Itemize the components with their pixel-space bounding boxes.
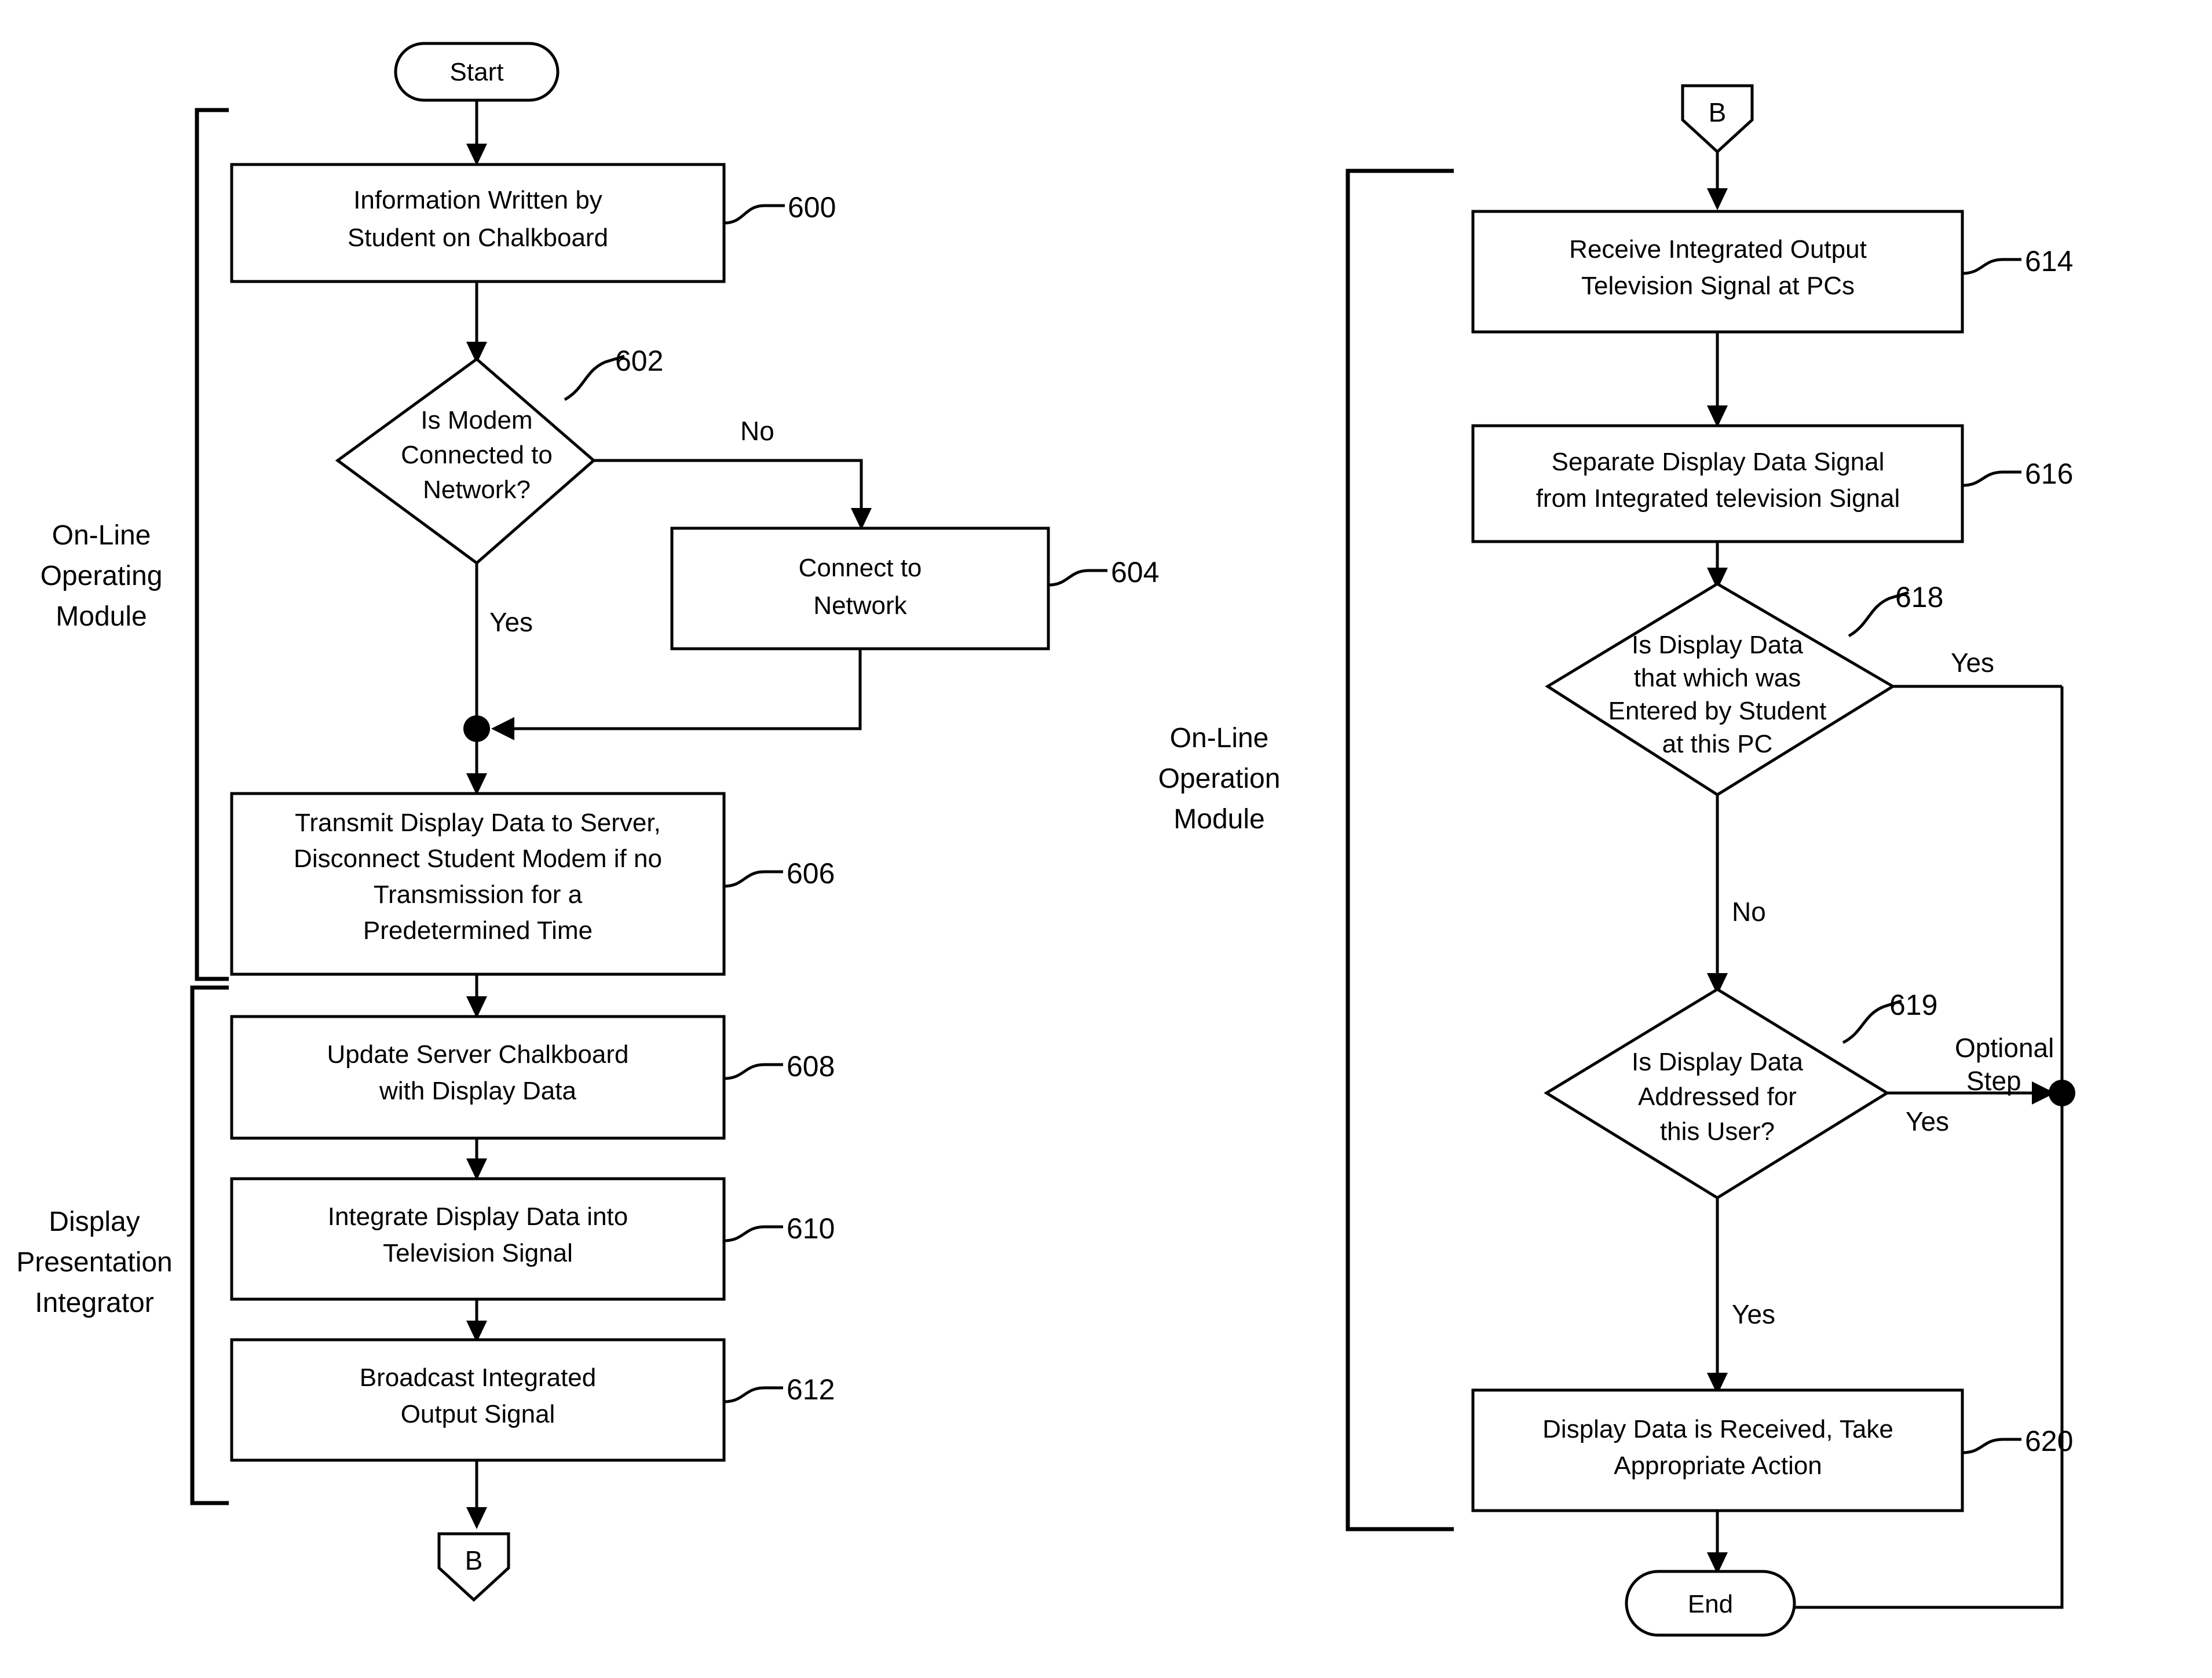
process-616 (1471, 424, 1964, 543)
svg-text:604: 604 (1111, 556, 1159, 588)
leader-600 (723, 204, 785, 225)
bracket-online-operation-module (1346, 169, 1454, 1531)
group-label-online-operation-module: On-Line Operation Module (1158, 723, 1281, 835)
svg-text:Output Signal: Output Signal (401, 1400, 555, 1428)
arrowhead-604-to-junction (491, 717, 514, 740)
svg-text:Network: Network (813, 591, 907, 620)
svg-text:this User?: this User? (1660, 1117, 1775, 1146)
svg-text:Yes: Yes (489, 607, 533, 637)
svg-text:Appropriate Action: Appropriate Action (1614, 1452, 1822, 1480)
svg-text:Television Signal: Television Signal (383, 1239, 573, 1267)
svg-text:Is Display Data: Is Display Data (1632, 1048, 1803, 1076)
svg-text:On-Line: On-Line (1170, 723, 1269, 754)
svg-text:Connected to: Connected to (401, 441, 553, 469)
svg-text:Transmission for a: Transmission for a (374, 880, 583, 909)
bracket-online-operating-module (195, 108, 229, 981)
svg-text:Integrate Display Data into: Integrate Display Data into (328, 1202, 628, 1231)
arrowhead-junction-to-606 (466, 773, 487, 795)
leader-612 (723, 1386, 783, 1403)
svg-text:Operation: Operation (1158, 763, 1281, 794)
svg-text:606: 606 (787, 857, 835, 890)
svg-text:Network?: Network? (423, 476, 531, 504)
leader-606 (723, 870, 783, 888)
svg-text:Connect to: Connect to (799, 554, 922, 582)
svg-text:with Display Data: with Display Data (379, 1077, 576, 1105)
svg-text:Disconnect Student Modem if no: Disconnect Student Modem if no (294, 845, 662, 873)
svg-text:Operating: Operating (41, 561, 163, 591)
svg-text:Module: Module (1173, 804, 1264, 835)
leader-604 (1048, 569, 1107, 587)
leader-610 (723, 1225, 783, 1242)
svg-text:616: 616 (2025, 458, 2073, 490)
svg-text:Display Data is Received, Take: Display Data is Received, Take (1542, 1415, 1893, 1443)
group-label-display-presentation-integrator: Display Presentation Integrator (16, 1207, 173, 1318)
arrowhead-606-to-608 (466, 996, 487, 1018)
arrowhead-602-no-to-604 (851, 508, 872, 530)
svg-text:612: 612 (787, 1373, 835, 1406)
arrowhead-612-to-connector-b (466, 1507, 487, 1529)
svg-text:620: 620 (2025, 1425, 2073, 1457)
svg-text:614: 614 (2025, 245, 2073, 277)
svg-text:Addressed for: Addressed for (1638, 1083, 1797, 1111)
svg-text:Broadcast Integrated: Broadcast Integrated (360, 1363, 596, 1392)
flowchart-page: On-Line Operating Module Display Present… (0, 0, 2212, 1678)
process-600 (230, 163, 726, 283)
leader-608 (723, 1063, 783, 1080)
svg-text:Integrator: Integrator (35, 1288, 153, 1318)
svg-text:602: 602 (615, 345, 663, 377)
svg-text:End: End (1688, 1590, 1733, 1618)
svg-text:B: B (1709, 97, 1727, 127)
svg-text:at this PC: at this PC (1662, 730, 1773, 758)
svg-text:Separate Display Data Signal: Separate Display Data Signal (1552, 448, 1885, 476)
edge-602-no-to-604 (594, 459, 863, 518)
arrowhead-start-to-600 (466, 144, 487, 166)
svg-text:Is Display Data: Is Display Data (1632, 631, 1803, 659)
bracket-display-presentation-integrator (190, 985, 229, 1505)
svg-text:Information Written by: Information Written by (353, 186, 602, 214)
svg-text:619: 619 (1889, 989, 1937, 1021)
svg-text:Step: Step (1966, 1066, 2021, 1096)
leader-614 (1962, 258, 2021, 275)
arrowhead-608-to-610 (466, 1158, 487, 1180)
svg-text:No: No (1732, 897, 1766, 927)
svg-text:Predetermined Time: Predetermined Time (363, 916, 593, 945)
svg-text:B: B (465, 1545, 483, 1575)
svg-text:Yes: Yes (1951, 648, 1994, 678)
svg-text:Presentation: Presentation (16, 1247, 173, 1278)
svg-text:Television Signal at PCs: Television Signal at PCs (1581, 272, 1855, 300)
process-604 (670, 527, 1050, 650)
svg-text:Student on Chalkboard: Student on Chalkboard (348, 224, 608, 252)
svg-text:Update Server Chalkboard: Update Server Chalkboard (327, 1040, 629, 1069)
leader-620 (1962, 1438, 2021, 1454)
process-620 (1471, 1388, 1964, 1512)
svg-text:Optional: Optional (1955, 1033, 2054, 1063)
svg-text:Receive Integrated Output: Receive Integrated Output (1569, 235, 1867, 264)
svg-text:600: 600 (788, 191, 836, 224)
arrowhead-614-to-616 (1707, 405, 1728, 427)
svg-text:On-Line: On-Line (52, 520, 151, 551)
svg-text:Display: Display (49, 1207, 140, 1237)
svg-text:Entered by Student: Entered by Student (1608, 697, 1827, 725)
edge-604-to-junction (504, 649, 862, 730)
svg-text:Start: Start (450, 58, 504, 86)
group-label-online-operating-module: On-Line Operating Module (41, 520, 163, 632)
svg-text:Module: Module (56, 601, 147, 632)
svg-text:Yes: Yes (1732, 1299, 1775, 1329)
svg-text:from Integrated television Sig: from Integrated television Signal (1536, 484, 1900, 513)
svg-text:that which was: that which was (1634, 664, 1801, 692)
junction-dot-left (463, 715, 490, 742)
svg-text:Is Modem: Is Modem (421, 406, 532, 434)
svg-text:No: No (740, 416, 774, 446)
svg-text:608: 608 (787, 1050, 835, 1083)
leader-616 (1962, 470, 2021, 487)
arrowhead-connector-b-to-614 (1707, 188, 1728, 210)
svg-text:Yes: Yes (1906, 1106, 1949, 1136)
junction-dot-right (2049, 1080, 2075, 1106)
svg-text:Transmit Display Data to Serve: Transmit Display Data to Server, (295, 809, 661, 837)
flowchart-svg: On-Line Operating Module Display Present… (16, 42, 2075, 1637)
svg-text:618: 618 (1895, 581, 1943, 613)
svg-text:610: 610 (787, 1212, 835, 1245)
